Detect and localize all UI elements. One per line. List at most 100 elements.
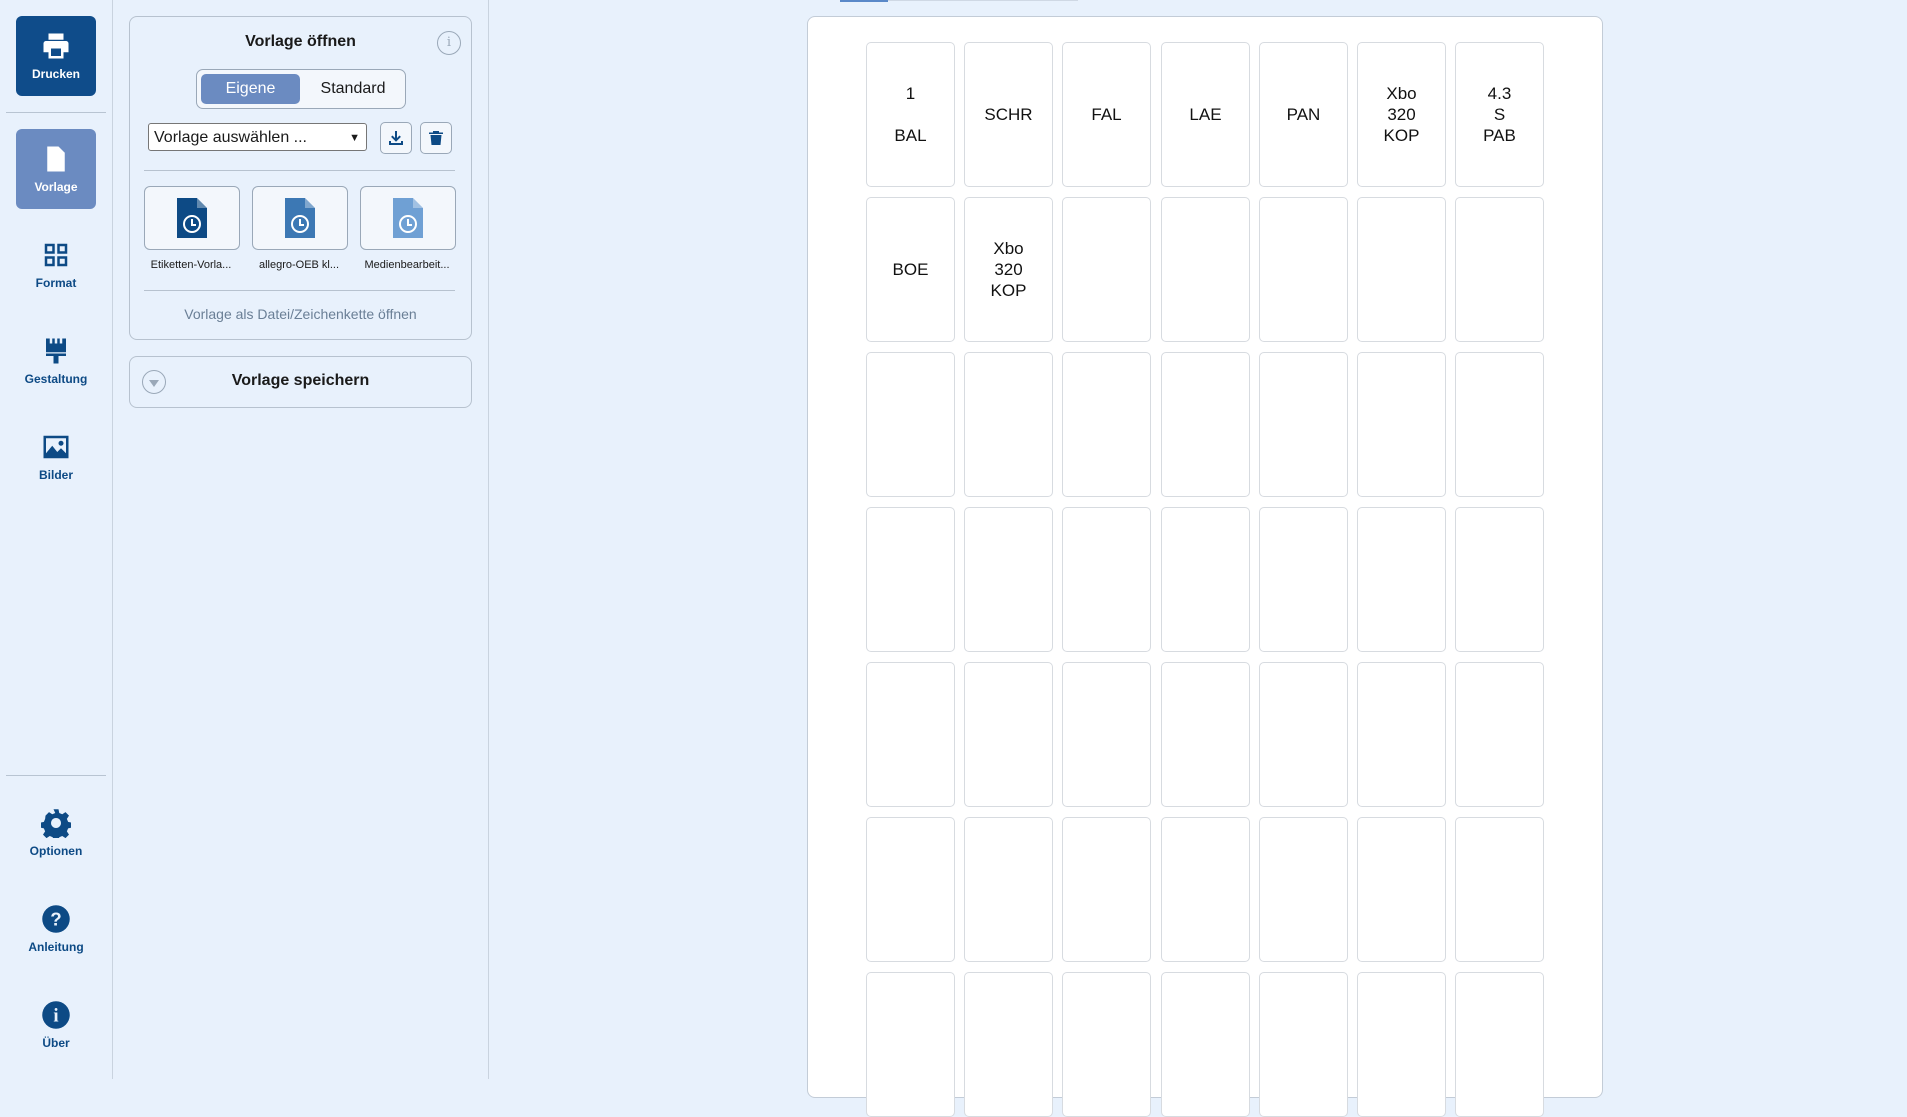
printer-icon [43, 33, 69, 59]
label-cell[interactable] [1062, 197, 1151, 342]
label-sheet: 1 BAL SCHR FAL LAE PAN Xbo 320 KOP 4.3 S PAB BO… [807, 16, 1603, 1117]
nav-format-label: Format [35, 276, 77, 290]
label-cell[interactable]: SCHR [964, 42, 1053, 187]
nav-about-button[interactable]: i Über [16, 985, 96, 1065]
divider [144, 290, 455, 291]
label-cell[interactable] [1161, 817, 1250, 962]
label-cell[interactable] [1455, 197, 1544, 342]
label-cell[interactable] [1357, 352, 1446, 497]
nav-images-button[interactable]: Bilder [16, 417, 96, 497]
trash-icon [429, 131, 443, 145]
label-cell[interactable] [964, 352, 1053, 497]
nav-divider [6, 112, 106, 113]
label-cell[interactable]: FAL [1062, 42, 1151, 187]
label-cell[interactable]: Xbo 320 KOP [964, 197, 1053, 342]
label-cell[interactable] [1357, 197, 1446, 342]
nav-print-label: Drucken [31, 67, 81, 81]
nav-help-button[interactable]: ? Anleitung [16, 889, 96, 969]
nav-divider [6, 775, 106, 776]
label-cell[interactable] [964, 507, 1053, 652]
nav-help-label: Anleitung [28, 940, 84, 954]
recent-template-2-label: allegro-OEB kl... [258, 259, 340, 271]
label-cell[interactable] [1161, 507, 1250, 652]
gear-icon [41, 809, 71, 838]
tab-indicator [840, 0, 888, 2]
label-cell[interactable] [1455, 507, 1544, 652]
label-cell[interactable]: 1 BAL [866, 42, 955, 187]
label-cell[interactable] [866, 662, 955, 807]
save-template-card[interactable]: Vorlage speichern [129, 356, 472, 408]
label-cell[interactable] [866, 972, 955, 1117]
label-cell[interactable] [1259, 197, 1348, 342]
label-cell[interactable] [964, 662, 1053, 807]
label-cell[interactable] [1259, 507, 1348, 652]
open-template-card: Vorlage öffnen i Eigene Standard Vorlage… [129, 16, 472, 340]
help-icon: ? [42, 905, 70, 933]
label-cell[interactable] [1455, 817, 1544, 962]
label-cell[interactable] [1161, 662, 1250, 807]
toggle-own-templates[interactable]: Eigene [201, 74, 300, 104]
file-icon [47, 146, 65, 172]
label-cell[interactable] [866, 817, 955, 962]
label-cell[interactable] [1259, 972, 1348, 1117]
label-cell[interactable]: Xbo 320 KOP [1357, 42, 1446, 187]
label-cell[interactable] [866, 507, 955, 652]
label-cell[interactable] [1062, 352, 1151, 497]
label-cell[interactable]: BOE [866, 197, 955, 342]
label-cell[interactable] [1161, 197, 1250, 342]
label-cell[interactable] [1357, 662, 1446, 807]
label-cell[interactable] [1357, 817, 1446, 962]
template-select-value: Vorlage auswählen ... [154, 129, 307, 146]
recent-template-3[interactable] [360, 186, 456, 250]
file-history-icon [393, 198, 423, 238]
file-history-icon [285, 198, 315, 238]
svg-text:?: ? [50, 908, 61, 929]
info-icon[interactable]: i [437, 31, 461, 55]
main-navigation: Drucken Vorlage Format Gestaltung Bilder… [0, 0, 113, 1079]
chevron-down-icon: ▼ [349, 132, 360, 144]
label-cell[interactable] [1455, 352, 1544, 497]
label-cell[interactable]: LAE [1161, 42, 1250, 187]
divider [144, 170, 455, 171]
info-icon: i [42, 1001, 70, 1029]
label-cell[interactable] [1455, 972, 1544, 1117]
toggle-standard-templates[interactable]: Standard [305, 74, 401, 104]
brush-icon [46, 338, 66, 364]
recent-template-3-label: Medienbearbeit... [364, 259, 450, 271]
label-cell[interactable] [1357, 507, 1446, 652]
nav-design-button[interactable]: Gestaltung [16, 321, 96, 401]
download-icon [389, 131, 403, 145]
open-as-file-link[interactable]: Vorlage als Datei/Zeichenkette öffnen [130, 306, 471, 322]
label-cell[interactable] [866, 352, 955, 497]
label-cell[interactable] [1062, 507, 1151, 652]
label-cell[interactable] [964, 972, 1053, 1117]
label-cell[interactable] [964, 817, 1053, 962]
label-cell[interactable] [1259, 352, 1348, 497]
recent-template-1-label: Etiketten-Vorla... [150, 259, 232, 271]
label-cell[interactable]: PAN [1259, 42, 1348, 187]
label-cell[interactable] [1062, 817, 1151, 962]
recent-template-1[interactable] [144, 186, 240, 250]
template-panel: Vorlage öffnen i Eigene Standard Vorlage… [113, 0, 489, 1079]
download-template-button[interactable] [380, 122, 412, 154]
label-cell[interactable] [1259, 662, 1348, 807]
template-select[interactable]: Vorlage auswählen ... ▼ [148, 123, 367, 151]
nav-design-label: Gestaltung [24, 372, 88, 386]
recent-template-2[interactable] [252, 186, 348, 250]
grid-icon [44, 243, 68, 267]
label-cell[interactable] [1161, 972, 1250, 1117]
label-cell[interactable] [1062, 662, 1151, 807]
delete-template-button[interactable] [420, 122, 452, 154]
nav-format-button[interactable]: Format [16, 225, 96, 305]
label-cell[interactable]: 4.3 S PAB [1455, 42, 1544, 187]
label-cell[interactable] [1357, 972, 1446, 1117]
label-cell[interactable] [1062, 972, 1151, 1117]
nav-template-label: Vorlage [34, 180, 78, 194]
label-cell[interactable] [1161, 352, 1250, 497]
nav-template-button[interactable]: Vorlage [16, 129, 96, 209]
label-cell[interactable] [1455, 662, 1544, 807]
nav-options-button[interactable]: Optionen [16, 793, 96, 873]
label-cell[interactable] [1259, 817, 1348, 962]
nav-print-button[interactable]: Drucken [16, 16, 96, 96]
tab-track [888, 0, 1078, 1]
